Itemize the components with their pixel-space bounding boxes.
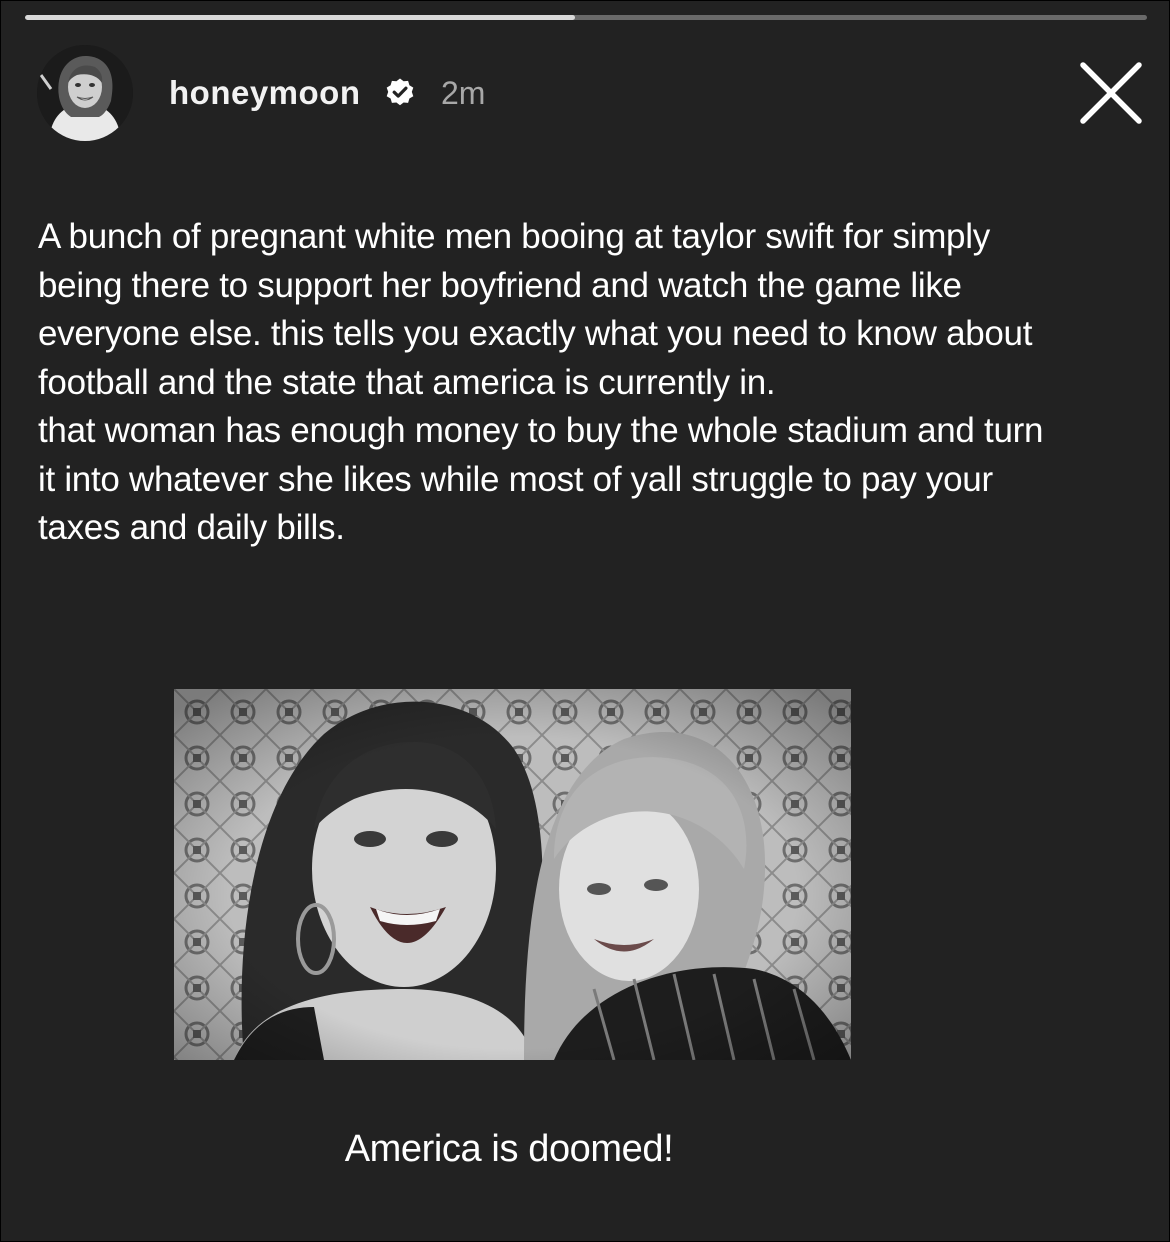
- photo-image: [174, 689, 851, 1060]
- story-paragraph: A bunch of pregnant white men booing at …: [38, 217, 1033, 402]
- avatar[interactable]: [37, 45, 133, 141]
- story-viewer: honeymoon 2m A bunch of pregnant white m…: [0, 0, 1170, 1242]
- story-progress-bar: [25, 15, 1147, 20]
- story-progress-fill: [25, 15, 575, 20]
- story-caption: America is doomed!: [344, 1128, 674, 1170]
- story-photo: [174, 689, 851, 1060]
- verified-badge-icon: [386, 78, 414, 106]
- story-text: A bunch of pregnant white men booing at …: [38, 213, 1048, 553]
- avatar-image: [37, 45, 133, 141]
- timestamp: 2m: [441, 75, 486, 111]
- username[interactable]: honeymoon: [169, 71, 361, 115]
- close-icon[interactable]: [1077, 59, 1145, 127]
- story-paragraph: that woman has enough money to buy the w…: [38, 411, 1044, 547]
